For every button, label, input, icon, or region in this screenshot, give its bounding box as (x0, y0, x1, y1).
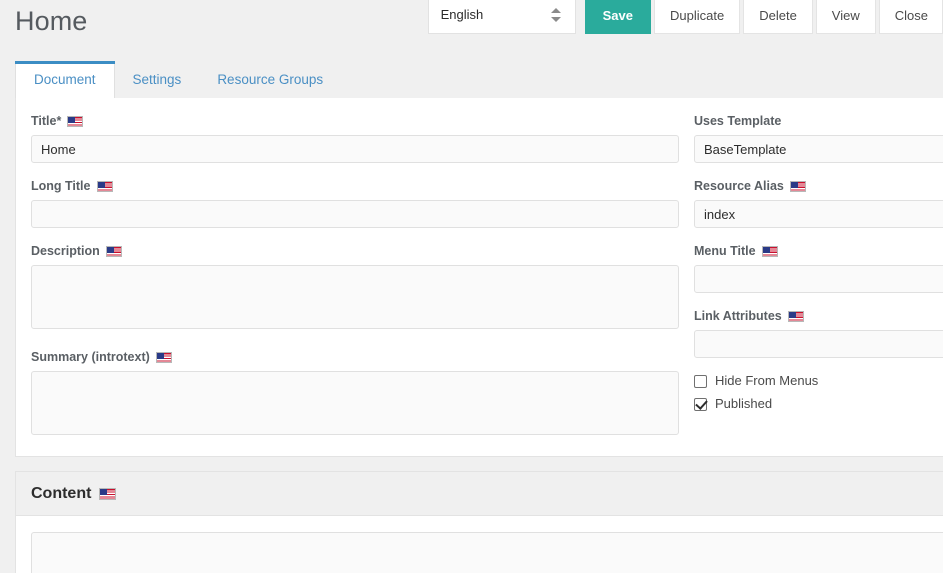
field-summary-introtext: Summary (introtext) (31, 350, 679, 440)
field-label-text: Uses Template (694, 114, 782, 128)
content-panel: Content (15, 471, 943, 573)
resource-alias-input[interactable] (694, 200, 943, 228)
field-label: Title* (31, 114, 679, 129)
field-label-text: Resource Alias (694, 179, 784, 193)
form-column-left: Title* Long Title Description (31, 114, 679, 456)
field-label: Link Attributes (694, 309, 943, 324)
field-label: Uses Template (694, 114, 943, 129)
us-flag-icon (105, 246, 122, 257)
field-label: Description (31, 244, 679, 259)
language-select-value: English (440, 7, 484, 22)
view-button[interactable]: View (815, 0, 876, 34)
us-flag-icon (67, 116, 84, 127)
long-title-input[interactable] (31, 200, 679, 228)
page-header: Home English Save Duplicate Delete View … (0, 0, 943, 57)
summary-introtext-textarea[interactable] (31, 371, 679, 435)
language-select[interactable]: English (427, 0, 576, 34)
content-panel-title: Content (31, 484, 92, 502)
checkbox-hide-from-menus[interactable]: Hide From Menus (694, 374, 943, 388)
field-label-text: Menu Title (694, 244, 756, 258)
menu-title-input[interactable] (694, 265, 943, 293)
chevron-updown-icon (545, 0, 567, 33)
description-textarea[interactable] (31, 265, 679, 329)
duplicate-button[interactable]: Duplicate (654, 0, 741, 34)
document-form-panel: Title* Long Title Description (15, 98, 943, 457)
us-flag-icon (96, 181, 113, 192)
us-flag-icon (787, 311, 804, 322)
field-menu-title: Menu Title (694, 244, 943, 293)
checkbox-published[interactable]: Published (694, 397, 943, 411)
uses-template-input[interactable] (694, 135, 943, 163)
field-resource-alias: Resource Alias (694, 179, 943, 228)
checkbox-label: Hide From Menus (715, 373, 819, 388)
us-flag-icon (99, 487, 117, 500)
field-label: Summary (introtext) (31, 350, 679, 365)
field-long-title: Long Title (31, 179, 679, 228)
field-uses-template: Uses Template (694, 114, 943, 163)
checkbox-box[interactable] (694, 397, 707, 411)
title-input[interactable] (31, 135, 679, 163)
tab-document[interactable]: Document (15, 61, 115, 98)
checkbox-label: Published (715, 396, 773, 411)
field-label: Menu Title (694, 244, 943, 259)
form-column-right: Uses Template Resource Alias Menu Title (694, 114, 943, 420)
field-description: Description (31, 244, 679, 334)
content-panel-body (16, 516, 943, 573)
us-flag-icon (789, 181, 806, 192)
field-label-text: Summary (introtext) (31, 350, 150, 364)
field-title: Title* (31, 114, 679, 163)
content-textarea[interactable] (31, 532, 943, 573)
tab-settings[interactable]: Settings (115, 61, 200, 98)
tab-resource-groups[interactable]: Resource Groups (199, 61, 341, 98)
field-label-text: Description (31, 244, 100, 258)
field-label: Resource Alias (694, 179, 943, 194)
us-flag-icon (155, 352, 172, 363)
link-attributes-input[interactable] (694, 330, 943, 358)
close-button[interactable]: Close (878, 0, 943, 34)
action-toolbar: English Save Duplicate Delete View Close (427, 0, 943, 34)
tab-bar: Document Settings Resource Groups (15, 61, 341, 98)
page-title: Home (15, 6, 88, 36)
field-link-attributes: Link Attributes (694, 309, 943, 358)
field-label: Long Title (31, 179, 679, 194)
checkbox-box[interactable] (694, 374, 707, 388)
save-button[interactable]: Save (584, 0, 652, 34)
resource-editor-page: Home English Save Duplicate Delete View … (0, 0, 943, 573)
field-label-text: Long Title (31, 179, 91, 193)
delete-button[interactable]: Delete (743, 0, 813, 34)
field-label-text: Link Attributes (694, 309, 782, 323)
content-panel-header: Content (16, 472, 943, 516)
us-flag-icon (761, 246, 778, 257)
field-label-text: Title* (31, 114, 62, 128)
